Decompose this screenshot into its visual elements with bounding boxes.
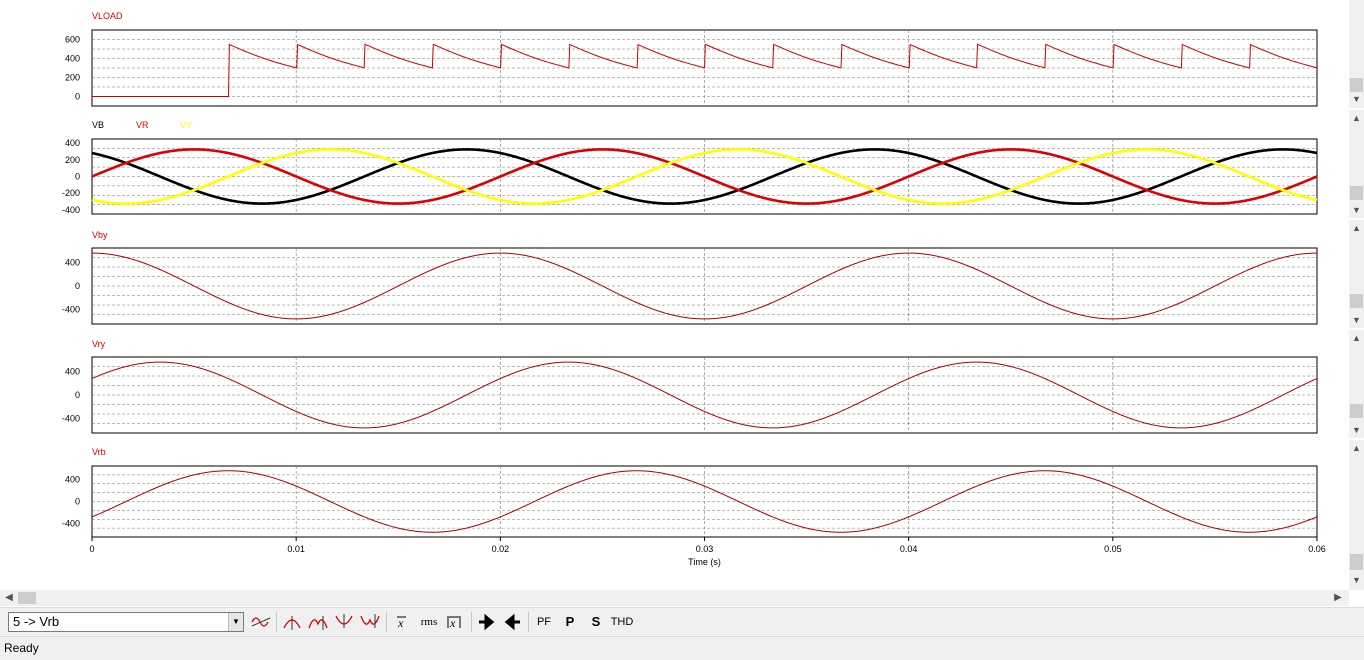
panel-2-scrollbar[interactable]: ▲ ▼ [1349,110,1364,218]
scroll-right-icon[interactable]: ▶ [1331,590,1345,606]
y-tick-label: 0 [75,390,80,400]
scroll-up-icon[interactable]: ▲ [1349,442,1364,454]
next-max-icon[interactable] [307,612,329,632]
svg-text:x: x [397,616,404,630]
scroll-left-icon[interactable]: ◀ [2,590,16,606]
toolbar-separator [386,612,387,632]
y-tick-label: -200 [62,188,80,198]
max-icon[interactable] [281,612,303,632]
panel-3-scrollbar[interactable]: ▲ ▼ [1349,220,1364,328]
scroll-thumb[interactable] [18,592,36,604]
scroll-down-icon[interactable]: ▼ [1349,574,1364,586]
min-icon[interactable] [333,612,355,632]
legend-label-vrb: Vrb [92,447,106,457]
x-tick-label: 0.01 [287,544,305,554]
x-tick-label: 0.06 [1308,544,1326,554]
horizontal-scrollbar[interactable]: ◀ ▶ [0,590,1349,606]
next-min-icon[interactable] [359,612,381,632]
toolbar-separator [276,612,277,632]
scroll-up-icon[interactable]: ▲ [1349,332,1364,344]
status-text: Ready [4,641,39,655]
panel-4-scrollbar[interactable]: ▲ ▼ [1349,330,1364,438]
toolbar-separator [471,612,472,632]
scroll-thumb[interactable] [1350,404,1363,418]
waveform-toggle-icon[interactable] [250,612,272,632]
y-tick-label: 200 [65,155,80,165]
scroll-up-icon[interactable]: ▲ [1349,222,1364,234]
abs-mean-icon[interactable]: x [444,612,466,632]
y-tick-label: -400 [62,413,80,423]
svg-text:x: x [449,616,456,630]
plot-area[interactable]: 600 400 200 0 VLOAD 400 200 0 -200 -400 VB VR VY 400 0… [0,0,1349,590]
x-tick-label: 0.02 [492,544,510,554]
scroll-thumb[interactable] [1350,554,1363,570]
x-tick-label: 0.05 [1104,544,1122,554]
legend-label-vr: VR [136,120,149,130]
toolbar-separator [528,612,529,632]
scroll-thumb[interactable] [1350,294,1363,308]
curve-selector-value: 5 -> Vrb [13,614,60,629]
legend-label-vload: VLOAD [92,11,123,21]
toolbar: 5 -> Vrb ▼ x rms x PF P S THD [0,607,1364,636]
arrow-left-icon[interactable] [501,612,523,632]
y-tick-label: 400 [65,475,80,485]
y-tick-label: 0 [75,172,80,182]
legend-label-vry: Vry [92,339,106,349]
legend-label-vy: VY [180,120,192,130]
arrow-right-icon[interactable] [476,612,498,632]
y-tick-label: -400 [62,518,80,528]
y-tick-label: 0 [75,92,80,102]
mean-value-icon[interactable]: x [392,612,412,632]
panel-1-scrollbar[interactable]: ▼ [1349,0,1364,108]
scroll-up-icon[interactable]: ▲ [1349,112,1364,124]
y-tick-label: 0 [75,497,80,507]
rms-button[interactable]: rms [416,612,442,632]
y-tick-label: 400 [65,138,80,148]
x-tick-label: 0.04 [900,544,918,554]
legend-label-vby: Vby [92,230,108,240]
y-tick-label: -400 [62,304,80,314]
scroll-thumb[interactable] [1350,78,1363,92]
x-tick-label: 0.03 [696,544,714,554]
y-tick-label: 400 [65,54,80,64]
scroll-down-icon[interactable]: ▼ [1349,424,1364,436]
y-tick-label: 0 [75,281,80,291]
panel-5-scrollbar[interactable]: ▲ ▼ [1349,440,1364,590]
pf-button[interactable]: PF [533,612,555,632]
y-tick-label: 400 [65,367,80,377]
legend-label-vb: VB [92,120,104,130]
curve-selector[interactable]: 5 -> Vrb ▼ [8,612,244,632]
waveform-plots: 600 400 200 0 VLOAD 400 200 0 -200 -400 VB VR VY 400 0… [62,11,1326,567]
scroll-down-icon[interactable]: ▼ [1349,93,1364,105]
y-tick-label: -400 [62,205,80,215]
x-axis-label: Time (s) [688,557,721,567]
scroll-down-icon[interactable]: ▼ [1349,314,1364,326]
s-button[interactable]: S [585,612,607,632]
status-bar: Ready [0,636,1364,660]
y-tick-label: 400 [65,258,80,268]
chevron-down-icon[interactable]: ▼ [228,613,243,631]
y-tick-label: 600 [65,35,80,45]
scroll-thumb[interactable] [1350,186,1363,200]
x-tick-label: 0 [89,544,94,554]
p-button[interactable]: P [559,612,581,632]
thd-button[interactable]: THD [609,612,635,632]
scroll-down-icon[interactable]: ▼ [1349,204,1364,216]
y-tick-label: 200 [65,73,80,83]
